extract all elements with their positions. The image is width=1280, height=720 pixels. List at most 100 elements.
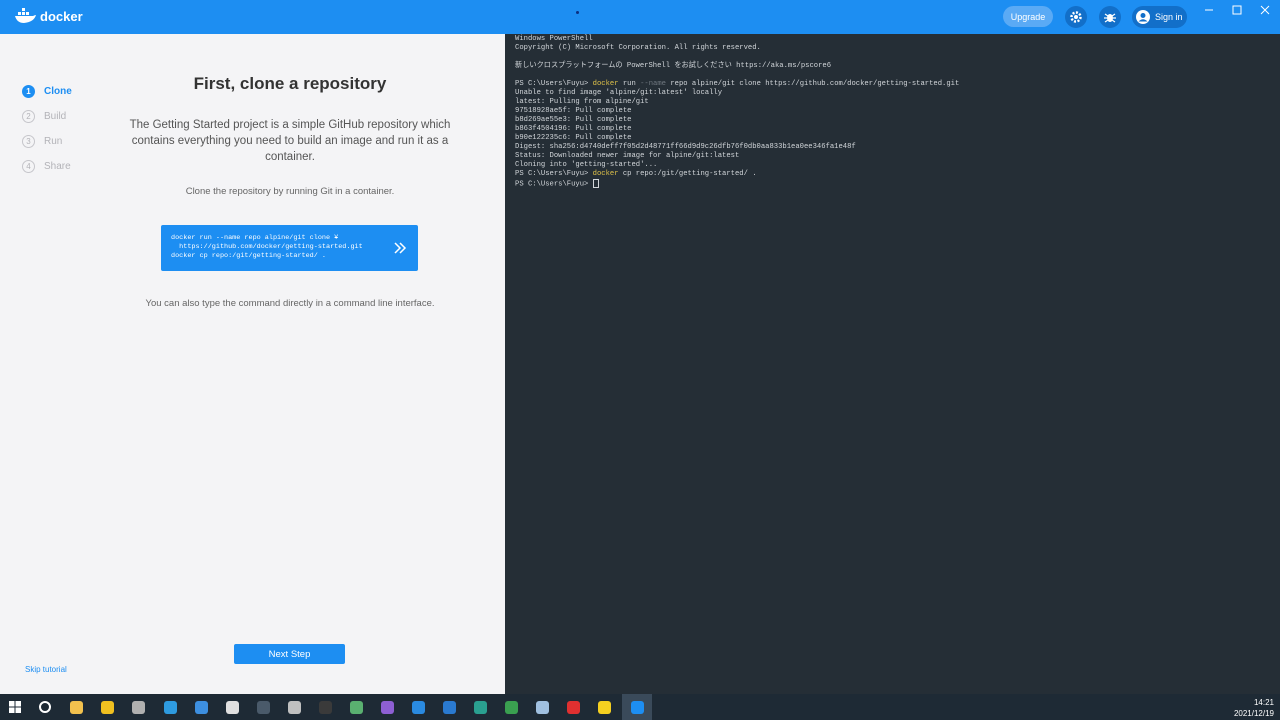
taskbar: 14:21 2021/12/19: [0, 694, 1280, 720]
edge-icon: [163, 700, 177, 714]
signin-label: Sign in: [1155, 12, 1183, 22]
taskbar-app[interactable]: [35, 697, 55, 717]
terminal-line: Unable to find image 'alpine/git:latest'…: [515, 89, 723, 97]
tutorial-panel: 1 Clone 2 Build 3 Run 4 Share First, clo…: [0, 34, 505, 694]
step-number: 3: [22, 135, 35, 148]
taskbar-app[interactable]: [470, 697, 490, 717]
taskbar-app[interactable]: [284, 697, 304, 717]
terminal-prompt: PS C:\Users\Fuyu>: [515, 80, 593, 88]
step-number: 2: [22, 110, 35, 123]
gear-icon: [1070, 11, 1082, 23]
taskbar-app[interactable]: [66, 697, 86, 717]
start-button[interactable]: [5, 697, 25, 717]
camera-icon: [566, 700, 580, 714]
sticky-notes-icon: [597, 700, 611, 714]
terminal-panel[interactable]: Windows PowerShell Copyright (C) Microso…: [505, 34, 1280, 694]
terminal-command: docker: [592, 80, 619, 88]
clock-time: 14:21: [1253, 698, 1274, 707]
terminal-line: Windows PowerShell: [515, 35, 593, 43]
terminal-cursor[interactable]: [592, 179, 599, 188]
minimize-button[interactable]: [1202, 3, 1216, 17]
close-button[interactable]: [1258, 3, 1272, 17]
step-share[interactable]: 4 Share: [22, 154, 72, 179]
step-clone[interactable]: 1 Clone: [22, 79, 72, 104]
terminal-line: b8d269ae55e3: Pull complete: [515, 116, 632, 124]
docker-icon: [630, 700, 644, 714]
step-build[interactable]: 2 Build: [22, 104, 72, 129]
step-number: 4: [22, 160, 35, 173]
file-explorer-icon: [69, 700, 83, 714]
vscode-icon: [411, 700, 425, 714]
upgrade-button[interactable]: Upgrade: [1003, 6, 1053, 27]
status-dot: [576, 11, 579, 14]
taskbar-app[interactable]: [253, 697, 273, 717]
maximize-icon: [1232, 5, 1242, 15]
app-name: docker: [40, 8, 83, 24]
step-number: 1: [22, 85, 35, 98]
terminal-line: 97518928ae5f: Pull complete: [515, 107, 632, 115]
waveform-icon: [318, 700, 332, 714]
app-light-icon: [535, 700, 549, 714]
taskbar-app[interactable]: [594, 697, 614, 717]
taskbar-app[interactable]: [532, 697, 552, 717]
next-step-button[interactable]: Next Step: [234, 644, 345, 664]
app-dark-icon: [256, 700, 270, 714]
step-run[interactable]: 3 Run: [22, 129, 72, 154]
skip-tutorial-link[interactable]: Skip tutorial: [25, 665, 67, 674]
terminal-arg: run: [618, 80, 641, 88]
taskbar-app[interactable]: [377, 697, 397, 717]
terminal-command: docker: [592, 170, 619, 178]
run-command-button[interactable]: [390, 238, 410, 258]
maximize-button[interactable]: [1230, 3, 1244, 17]
windows-icon: [9, 701, 21, 713]
instruction-text: Clone the repository by running Git in a…: [185, 186, 395, 197]
taskbar-app[interactable]: [563, 697, 583, 717]
taskbar-app[interactable]: [346, 697, 366, 717]
app-green2-icon: [504, 700, 518, 714]
terminal-line: Cloning into 'getting-started'...: [515, 161, 658, 169]
terminal-line: Status: Downloaded newer image for alpin…: [515, 152, 740, 160]
settings-button[interactable]: [1065, 6, 1087, 28]
terminal-line: Digest: sha256:d4740deff7f05d2d48771ff66…: [515, 143, 856, 151]
troubleshoot-button[interactable]: [1099, 6, 1121, 28]
terminal-arg: repo alpine/git clone https://github.com…: [666, 80, 960, 88]
obs-icon: [287, 700, 301, 714]
taskbar-app[interactable]: [128, 697, 148, 717]
minimize-icon: [1205, 9, 1213, 11]
terminal-line: latest: Pulling from alpine/git: [515, 98, 649, 106]
system-clock[interactable]: 14:21 2021/12/19: [1234, 697, 1274, 719]
terminal-arg: cp repo:/git/getting-started/ .: [618, 170, 757, 178]
taskbar-app[interactable]: [439, 697, 459, 717]
app-yellow-icon: [100, 700, 114, 714]
taskbar-app[interactable]: [191, 697, 211, 717]
page-title: First, clone a repository: [193, 74, 387, 93]
terminal-line: b863f4504196: Pull complete: [515, 125, 632, 133]
step-label: Run: [44, 136, 63, 147]
taskbar-app[interactable]: [408, 697, 428, 717]
search-icon: [39, 701, 51, 713]
user-icon: [1136, 10, 1150, 24]
notion-icon: [225, 700, 239, 714]
taskbar-app[interactable]: [315, 697, 335, 717]
visual-studio-icon: [380, 700, 394, 714]
docker-whale-icon: [15, 8, 36, 23]
taskbar-app[interactable]: [160, 697, 180, 717]
bug-icon: [1104, 13, 1116, 23]
clock-date: 2021/12/19: [1233, 709, 1274, 718]
terminal-prompt: PS C:\Users\Fuyu>: [515, 180, 593, 189]
taskbar-app[interactable]: [501, 697, 521, 717]
close-icon: [1260, 5, 1270, 15]
step-list: 1 Clone 2 Build 3 Run 4 Share: [22, 79, 72, 179]
docker-logo: docker: [14, 8, 83, 24]
signin-button[interactable]: Sign in: [1132, 6, 1187, 28]
chrome-icon: [194, 700, 208, 714]
terminal-line: 新しいクロスプラットフォームの PowerShell をお試しください http…: [515, 62, 832, 70]
terminal-prompt: PS C:\Users\Fuyu>: [515, 170, 593, 178]
taskbar-app[interactable]: [97, 697, 117, 717]
command-box[interactable]: docker run --name repo alpine/git clone …: [161, 225, 418, 271]
app-green-icon: [349, 700, 363, 714]
description: The Getting Started project is a simple …: [129, 119, 451, 163]
taskbar-app[interactable]: [222, 697, 242, 717]
taskbar-app[interactable]: [622, 694, 652, 720]
mail-icon: [442, 700, 456, 714]
